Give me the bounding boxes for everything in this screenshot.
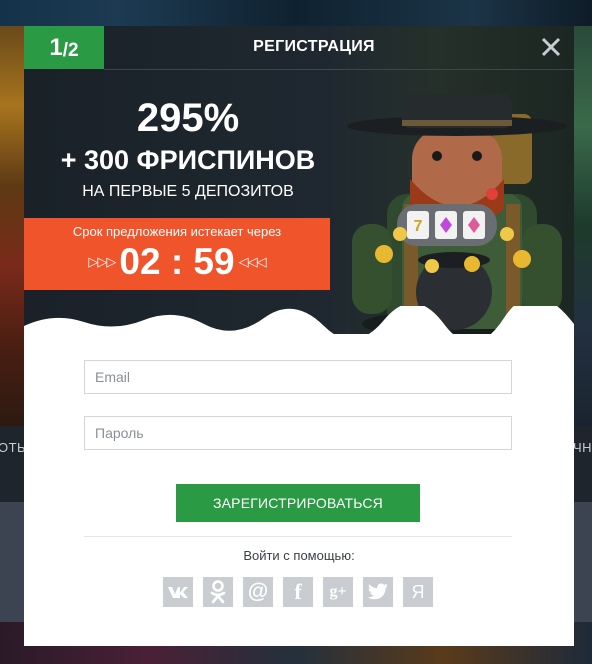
arrows-right-icon: ◁◁◁ — [238, 254, 267, 269]
yandex-icon: Я — [411, 581, 425, 602]
promo-banner: 1/2 РЕГИСТРАЦИЯ 295% + 300 ФРИСПИНОВ НА … — [24, 26, 574, 334]
registration-modal: 1/2 РЕГИСТРАЦИЯ 295% + 300 ФРИСПИНОВ НА … — [24, 26, 574, 646]
header-divider — [104, 69, 574, 70]
odnoklassniki-login-button[interactable] — [203, 577, 233, 607]
odnoklassniki-icon — [210, 580, 226, 604]
background-label-right: ЧН — [572, 440, 592, 455]
bonus-percent: 295% — [136, 96, 240, 140]
slot-character-illustration: 7 — [347, 94, 567, 334]
form-divider — [84, 536, 512, 537]
arrows-left-icon: ▷▷▷ — [88, 254, 116, 269]
background-game-tile-left — [0, 26, 24, 426]
social-login-buttons: @ f g+ Я — [163, 577, 433, 607]
vk-icon — [168, 587, 188, 598]
step-indicator: 1/2 — [24, 26, 104, 69]
countdown-timer: 02 : 59 — [119, 241, 235, 282]
step-total: /2 — [62, 39, 79, 61]
background-band-right — [574, 502, 592, 622]
modal-title: РЕГИСТРАЦИЯ — [253, 38, 375, 55]
banner-wave-divider — [24, 306, 574, 334]
register-button[interactable]: ЗАРЕГИСТРИРОВАТЬСЯ — [176, 484, 420, 522]
password-field[interactable] — [84, 416, 512, 450]
google-plus-icon: g+ — [329, 583, 347, 600]
background-band-left — [0, 502, 24, 622]
countdown-row: ▷▷▷ 02 : 59 ◁◁◁ — [24, 241, 330, 283]
background-header — [0, 0, 592, 26]
deposits-text: НА ПЕРВЫЕ 5 ДЕПОЗИТОВ — [82, 183, 294, 200]
close-icon — [541, 37, 561, 57]
svg-text:7: 7 — [414, 218, 423, 235]
step-current: 1 — [49, 33, 63, 61]
offer-expires-text: Срок предложения истекает через — [72, 224, 282, 239]
close-button[interactable] — [538, 34, 564, 60]
twitter-icon — [367, 583, 388, 600]
background-caption-right — [574, 426, 592, 502]
vk-login-button[interactable] — [163, 577, 193, 607]
background-caption-left — [0, 426, 24, 502]
background-game-tile-right — [574, 26, 592, 426]
facebook-login-button[interactable]: f — [283, 577, 313, 607]
email-field[interactable] — [84, 360, 512, 394]
yandex-login-button[interactable]: Я — [403, 577, 433, 607]
mail-login-button[interactable]: @ — [243, 577, 273, 607]
free-spins-text: + 300 ФРИСПИНОВ — [60, 145, 316, 175]
google-plus-login-button[interactable]: g+ — [323, 577, 353, 607]
facebook-icon: f — [294, 579, 302, 604]
offer-countdown: Срок предложения истекает через ▷▷▷ 02 :… — [24, 218, 330, 290]
twitter-login-button[interactable] — [363, 577, 393, 607]
login-with-label: Войти с помощью: — [243, 548, 355, 563]
mail-icon: @ — [247, 580, 269, 603]
